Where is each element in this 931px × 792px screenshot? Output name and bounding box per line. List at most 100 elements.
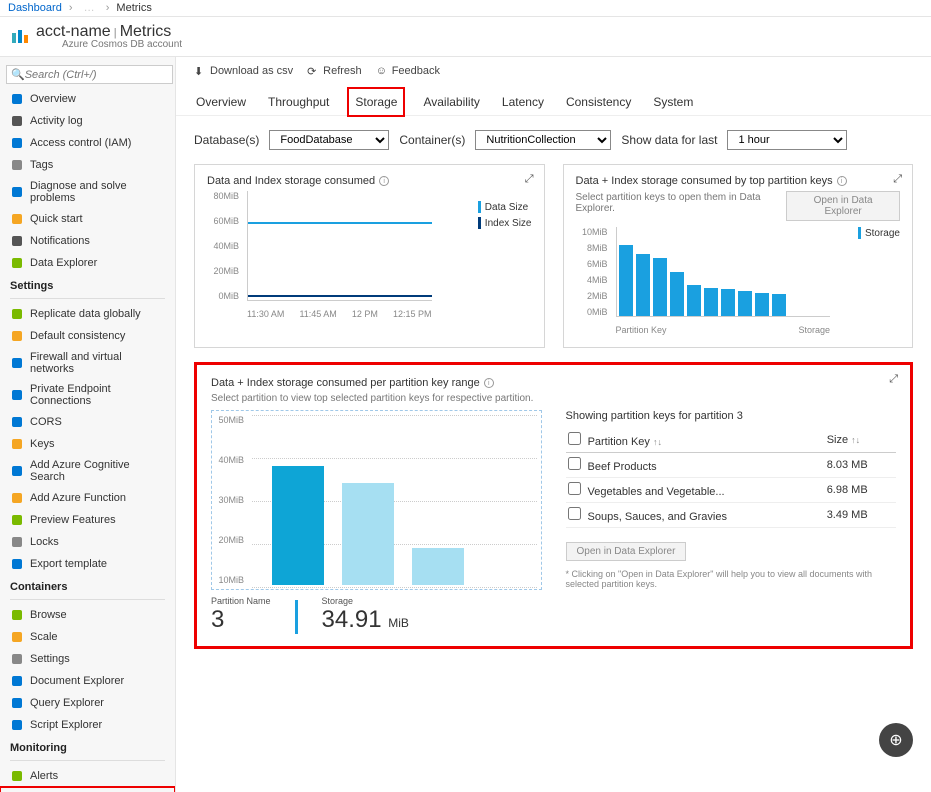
info-icon[interactable]: i: [837, 176, 847, 186]
sidebar-item-label: Quick start: [30, 213, 83, 225]
bar[interactable]: [636, 254, 650, 316]
tab-throughput[interactable]: Throughput: [266, 89, 331, 115]
partition-bar[interactable]: [272, 466, 324, 585]
sidebar-item-bell[interactable]: Notifications: [0, 230, 175, 252]
sidebar-item-label: Locks: [30, 536, 59, 548]
dataexp-icon: [10, 256, 24, 270]
sidebar-item-cors[interactable]: CORS: [0, 411, 175, 433]
zoom-fab[interactable]: ⊕: [879, 723, 913, 757]
storage-value: 34.91: [322, 606, 382, 633]
sidebar-search[interactable]: 🔍: [6, 65, 173, 84]
sidebar-item-label: Private Endpoint Connections: [30, 383, 165, 407]
sidebar-item-settings[interactable]: Settings: [0, 648, 175, 670]
panel3-title: Data + Index storage consumed per partit…: [211, 377, 480, 389]
database-select[interactable]: FoodDatabase: [269, 130, 389, 150]
sidebar-item-activity[interactable]: Activity log: [0, 110, 175, 132]
sidebar-item-firewall[interactable]: Firewall and virtual networks: [0, 347, 175, 379]
table-row[interactable]: Beef Products8.03 MB: [566, 453, 897, 478]
partition-bar[interactable]: [342, 483, 394, 585]
sidebar-item-replicate[interactable]: Replicate data globally: [0, 303, 175, 325]
sidebar-item-quickstart[interactable]: Quick start: [0, 208, 175, 230]
consistency-icon: [10, 329, 24, 343]
chart-pk-range-bar[interactable]: 50MiB40MiB30MiB20MiB10MiB: [211, 410, 542, 590]
sidebar-item-docexp[interactable]: Document Explorer: [0, 670, 175, 692]
select-all-checkbox[interactable]: [568, 432, 581, 445]
cors-icon: [10, 415, 24, 429]
sidebar-item-locks[interactable]: Locks: [0, 531, 175, 553]
table-row[interactable]: Vegetables and Vegetable...6.98 MB: [566, 478, 897, 503]
sidebar-item-alerts[interactable]: Alerts: [0, 765, 175, 787]
account-name: acct-name: [36, 23, 111, 40]
sidebar-item-label: Notifications: [30, 235, 90, 247]
container-select[interactable]: NutritionCollection: [475, 130, 611, 150]
sidebar-item-queryexp[interactable]: Query Explorer: [0, 692, 175, 714]
bar[interactable]: [687, 285, 701, 316]
breadcrumb: Dashboard › … › Metrics: [0, 0, 931, 17]
partition-bar[interactable]: [412, 548, 464, 585]
sidebar-item-metrics[interactable]: Metrics: [0, 787, 175, 792]
panel-partition-key-range: Data + Index storage consumed per partit…: [194, 362, 913, 649]
pk-table-title: Showing partition keys for partition 3: [566, 410, 897, 422]
sidebar-item-consistency[interactable]: Default consistency: [0, 325, 175, 347]
sidebar-item-overview[interactable]: Overview: [0, 88, 175, 110]
database-label: Database(s): [194, 133, 259, 147]
storage-label: Storage: [322, 596, 409, 606]
sidebar-item-keys[interactable]: Keys: [0, 433, 175, 455]
tab-system[interactable]: System: [651, 89, 695, 115]
filters: Database(s) FoodDatabase Container(s) Nu…: [176, 116, 931, 164]
bar[interactable]: [704, 288, 718, 316]
bar[interactable]: [619, 245, 633, 316]
feedback-button[interactable]: ☺Feedback: [376, 65, 440, 77]
info-icon[interactable]: i: [379, 176, 389, 186]
row-checkbox[interactable]: [568, 482, 581, 495]
sidebar-item-preview[interactable]: Preview Features: [0, 509, 175, 531]
bar[interactable]: [772, 294, 786, 316]
toolbar: ⬇Download as csv ⟳Refresh ☺Feedback: [176, 57, 931, 85]
row-checkbox[interactable]: [568, 507, 581, 520]
tab-consistency[interactable]: Consistency: [564, 89, 633, 115]
sidebar-item-search[interactable]: Add Azure Cognitive Search: [0, 455, 175, 487]
sidebar-item-iam[interactable]: Access control (IAM): [0, 132, 175, 154]
expand-icon[interactable]: ⤢: [893, 173, 902, 186]
sidebar-item-label: Script Explorer: [30, 719, 102, 731]
expand-icon[interactable]: ⤢: [525, 173, 534, 186]
table-row[interactable]: Soups, Sauces, and Gravies3.49 MB: [566, 503, 897, 528]
sidebar-item-tags[interactable]: Tags: [0, 154, 175, 176]
open-data-explorer-button[interactable]: Open in Data Explorer: [566, 542, 687, 561]
expand-icon[interactable]: ⤢: [889, 373, 898, 386]
timerange-select[interactable]: 1 hour: [727, 130, 847, 150]
bar[interactable]: [721, 289, 735, 316]
sort-icon[interactable]: ↑↓: [851, 435, 860, 445]
download-csv-button[interactable]: ⬇Download as csv: [194, 65, 293, 77]
open-data-explorer-button[interactable]: Open in Data Explorer: [786, 191, 900, 221]
chart-storage-line: 80MiB60MiB40MiB20MiB0MiB 11:30 AM11:45 A…: [207, 191, 532, 321]
tab-latency[interactable]: Latency: [500, 89, 546, 115]
sidebar-item-label: Settings: [30, 653, 70, 665]
info-icon[interactable]: i: [484, 378, 494, 388]
bar[interactable]: [738, 291, 752, 316]
sidebar-item-func[interactable]: Add Azure Function: [0, 487, 175, 509]
sidebar-item-export[interactable]: Export template: [0, 553, 175, 575]
bar[interactable]: [653, 258, 667, 316]
refresh-button[interactable]: ⟳Refresh: [307, 65, 362, 77]
sidebar-item-scriptexp[interactable]: Script Explorer: [0, 714, 175, 736]
sort-icon[interactable]: ↑↓: [653, 437, 662, 447]
partition-name-label: Partition Name: [211, 596, 271, 606]
breadcrumb-dashboard[interactable]: Dashboard: [8, 2, 62, 14]
tab-availability[interactable]: Availability: [421, 89, 481, 115]
scriptexp-icon: [10, 718, 24, 732]
sidebar-item-pec[interactable]: Private Endpoint Connections: [0, 379, 175, 411]
tab-storage[interactable]: Storage: [349, 89, 403, 115]
bar[interactable]: [670, 272, 684, 317]
sidebar-item-diagnose[interactable]: Diagnose and solve problems: [0, 176, 175, 208]
sidebar-item-browse[interactable]: Browse: [0, 604, 175, 626]
settings-section: Settings: [0, 274, 175, 294]
tab-overview[interactable]: Overview: [194, 89, 248, 115]
sidebar-item-scale[interactable]: Scale: [0, 626, 175, 648]
search-input[interactable]: [25, 69, 168, 81]
bar[interactable]: [755, 293, 769, 316]
row-checkbox[interactable]: [568, 457, 581, 470]
sidebar-item-label: Activity log: [30, 115, 83, 127]
sidebar-item-dataexp[interactable]: Data Explorer: [0, 252, 175, 274]
panel-data-index-storage: Data and Index storage consumedi ⤢ 80MiB…: [194, 164, 545, 348]
